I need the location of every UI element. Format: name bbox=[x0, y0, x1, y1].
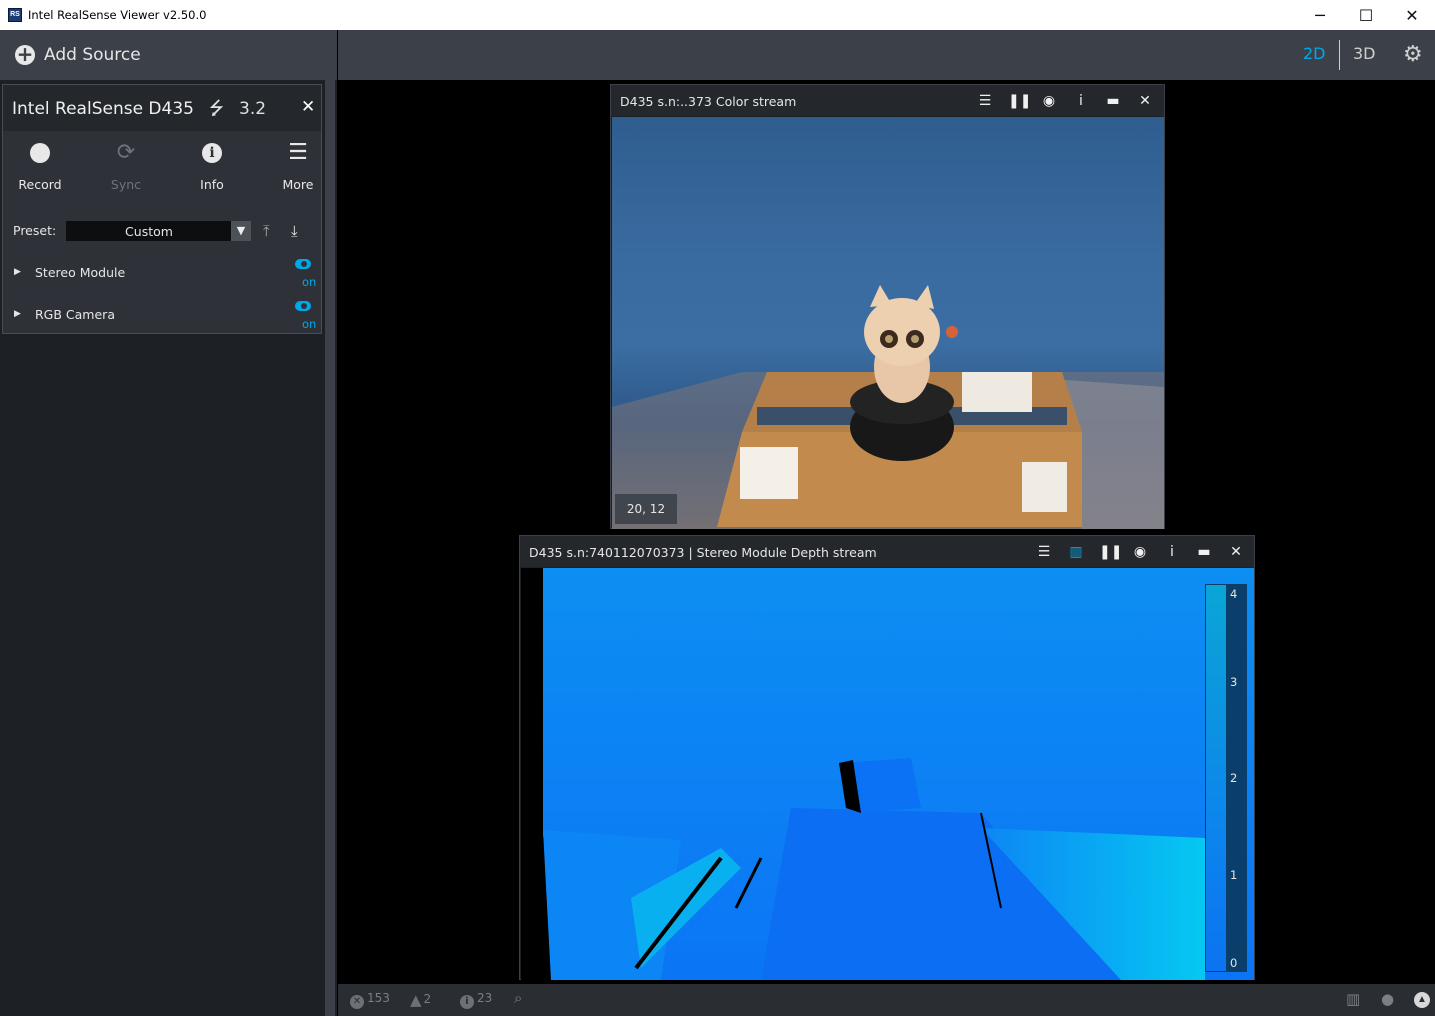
module-toggle[interactable] bbox=[295, 301, 311, 311]
pause-icon[interactable]: ❚❚ bbox=[1008, 92, 1031, 110]
error-icon: ✕ bbox=[350, 995, 364, 1009]
camera-snapshot-icon[interactable]: ◉ bbox=[1040, 92, 1058, 110]
module-rgb-camera[interactable]: ▶ RGB Camera on bbox=[3, 301, 321, 341]
colorbar-tick: 2 bbox=[1230, 771, 1238, 785]
maximize-button[interactable]: ☐ bbox=[1343, 0, 1389, 30]
add-source-label: Add Source bbox=[44, 45, 141, 65]
info-label: Info bbox=[200, 177, 224, 192]
expand-arrow-icon[interactable]: ▶ bbox=[14, 309, 21, 319]
view-toolbar: 2D 3D ⚙ bbox=[338, 30, 1435, 80]
stream-header: D435 s.n:740112070373 | Stereo Module De… bbox=[520, 536, 1254, 567]
colorbar-tick: 1 bbox=[1230, 868, 1238, 882]
info-icon: i bbox=[460, 995, 474, 1009]
info-icon[interactable]: i bbox=[1072, 92, 1090, 110]
maximize-stream-icon[interactable]: ▬ bbox=[1195, 543, 1213, 561]
close-icon[interactable]: ✕ bbox=[1136, 92, 1154, 110]
error-count[interactable]: ✕ 153 bbox=[350, 991, 390, 1009]
expand-arrow-icon[interactable]: ▶ bbox=[14, 267, 21, 277]
colorbar-gradient bbox=[1206, 585, 1226, 971]
window-title: Intel RealSense Viewer v2.50.0 bbox=[28, 8, 207, 22]
controls-list-icon[interactable]: ☰ bbox=[1035, 543, 1053, 561]
realsense-app-icon: RS bbox=[8, 8, 22, 22]
pixel-coordinate-readout: 20, 12 bbox=[615, 494, 677, 524]
window-title-bar: RS Intel RealSense Viewer v2.50.0 ─ ☐ ✕ bbox=[0, 0, 1435, 30]
expand-log-icon[interactable]: ▲ bbox=[1414, 992, 1430, 1008]
info-button[interactable]: i Info bbox=[177, 139, 247, 192]
window-controls: ─ ☐ ✕ bbox=[1297, 0, 1435, 30]
depth-stream-window: D435 s.n:740112070373 | Stereo Module De… bbox=[519, 535, 1255, 980]
more-label: More bbox=[282, 177, 314, 192]
module-toggle[interactable] bbox=[295, 259, 311, 269]
depth-colorbar: 4 3 2 1 0 bbox=[1205, 584, 1247, 972]
device-name: Intel RealSense D435 bbox=[12, 99, 194, 119]
module-state: on bbox=[302, 275, 317, 289]
module-state: on bbox=[302, 317, 317, 331]
view-mode-divider bbox=[1339, 40, 1340, 70]
info-icon[interactable]: i bbox=[1163, 543, 1181, 561]
droplet-icon[interactable]: ● bbox=[1381, 990, 1394, 1008]
usb-icon: ⭍ bbox=[209, 98, 224, 119]
close-window-button[interactable]: ✕ bbox=[1389, 0, 1435, 30]
warning-count[interactable]: ▲ 2 bbox=[410, 991, 431, 1009]
preset-label: Preset: bbox=[13, 223, 57, 238]
depth-frame-image[interactable]: 4 3 2 1 0 bbox=[521, 568, 1254, 980]
camera-snapshot-icon[interactable]: ◉ bbox=[1131, 543, 1149, 561]
usb-version: 3.2 bbox=[239, 99, 267, 119]
module-stereo[interactable]: ▶ Stereo Module on bbox=[3, 259, 321, 299]
sync-icon: ⟳ bbox=[116, 140, 136, 165]
pause-icon[interactable]: ❚❚ bbox=[1099, 543, 1122, 561]
sync-label: Sync bbox=[110, 177, 142, 192]
close-icon[interactable]: ✕ bbox=[301, 97, 315, 117]
chevron-down-icon: ▼ bbox=[231, 221, 251, 241]
device-panel: Intel RealSense D435 ⭍ 3.2 ✕ Record ⟳ Sy… bbox=[2, 84, 322, 334]
controls-list-icon[interactable]: ☰ bbox=[976, 92, 994, 110]
metrics-chart-icon[interactable]: ▥ bbox=[1067, 543, 1085, 561]
add-source-button[interactable]: + Add Source bbox=[0, 30, 337, 80]
view-2d-button[interactable]: 2D bbox=[1303, 44, 1326, 63]
record-label: Record bbox=[18, 177, 62, 192]
color-scene-illustration bbox=[612, 285, 1164, 529]
gear-icon[interactable]: ⚙ bbox=[1403, 42, 1423, 67]
colorbar-tick: 3 bbox=[1230, 675, 1238, 689]
sidebar-scrollbar[interactable] bbox=[325, 80, 335, 1016]
error-count-value: 153 bbox=[367, 991, 390, 1005]
info-count-value: 23 bbox=[477, 991, 493, 1005]
view-3d-button[interactable]: 3D bbox=[1353, 44, 1376, 63]
record-icon bbox=[30, 143, 50, 163]
color-stream-window: D435 s.n:..373 Color stream ☰ ❚❚ ◉ i ▬ ✕ bbox=[610, 84, 1165, 529]
sync-button: ⟳ Sync bbox=[91, 139, 161, 192]
upload-icon[interactable]: ⤒ bbox=[263, 222, 270, 240]
colorbar-tick: 4 bbox=[1230, 587, 1238, 601]
performance-icon[interactable]: ▥ bbox=[1346, 990, 1360, 1008]
preset-dropdown[interactable]: Custom ▼ bbox=[66, 221, 251, 241]
preset-value: Custom bbox=[125, 224, 173, 239]
device-header: Intel RealSense D435 ⭍ 3.2 ✕ bbox=[3, 85, 321, 131]
module-name: RGB Camera bbox=[35, 307, 115, 322]
colorbar-tick: 0 bbox=[1230, 956, 1238, 970]
download-icon[interactable]: ⤓ bbox=[291, 222, 298, 240]
minimize-button[interactable]: ─ bbox=[1297, 0, 1343, 30]
add-circle-icon: + bbox=[15, 42, 35, 66]
stream-title: D435 s.n:740112070373 | Stereo Module De… bbox=[529, 545, 877, 560]
info-count[interactable]: i 23 bbox=[460, 991, 492, 1009]
depth-scene-illustration bbox=[521, 568, 1254, 980]
stream-header: D435 s.n:..373 Color stream ☰ ❚❚ ◉ i ▬ ✕ bbox=[611, 85, 1164, 116]
hamburger-menu-icon: ☰ bbox=[288, 140, 308, 165]
more-button[interactable]: ☰ More bbox=[263, 139, 333, 192]
close-icon[interactable]: ✕ bbox=[1227, 543, 1245, 561]
search-icon[interactable]: ⌕ bbox=[514, 989, 522, 1007]
warning-count-value: 2 bbox=[423, 992, 432, 1006]
record-button[interactable]: Record bbox=[5, 139, 75, 192]
warning-icon: ▲ bbox=[410, 991, 422, 1009]
color-frame-image[interactable]: 20, 12 bbox=[612, 117, 1164, 529]
info-icon: i bbox=[202, 143, 222, 163]
status-bar: ✕ 153 ▲ 2 i 23 ⌕ ▥ ● ▲ bbox=[338, 984, 1435, 1016]
stream-title: D435 s.n:..373 Color stream bbox=[620, 94, 797, 109]
module-name: Stereo Module bbox=[35, 265, 126, 280]
maximize-stream-icon[interactable]: ▬ bbox=[1104, 92, 1122, 110]
